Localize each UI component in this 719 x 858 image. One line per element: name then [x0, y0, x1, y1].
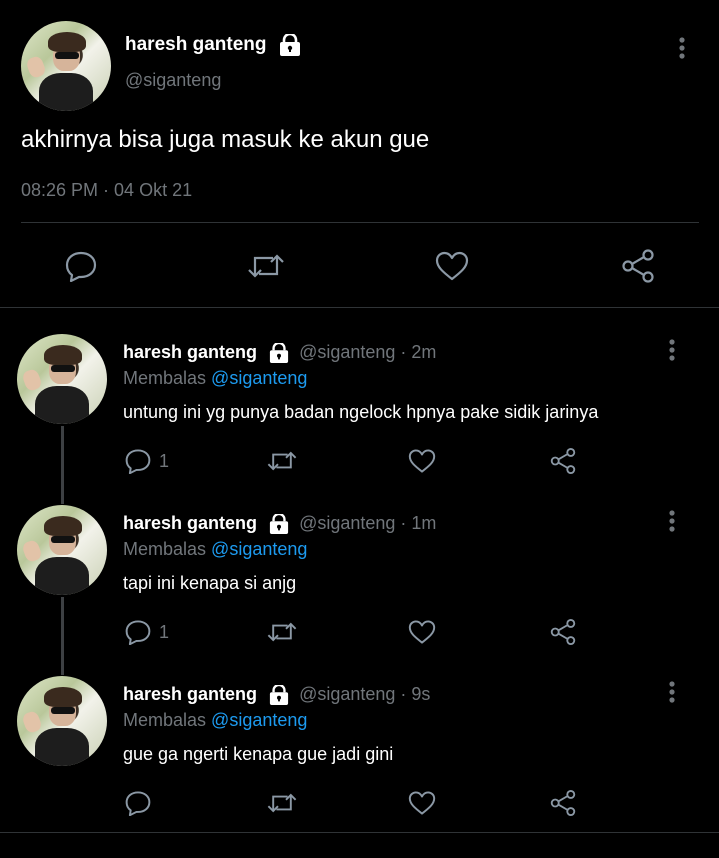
- author-name[interactable]: haresh ganteng @siganteng · 2m: [123, 342, 437, 364]
- reply-icon: [125, 620, 151, 645]
- reply-button[interactable]: [61, 246, 101, 286]
- mention-link[interactable]: @siganteng: [211, 710, 307, 730]
- thread-line: [61, 597, 64, 675]
- replying-label: Membalas: [123, 539, 207, 559]
- replying-to: Membalas @siganteng: [123, 368, 307, 389]
- share-button[interactable]: [543, 612, 583, 652]
- author-name-text: haresh ganteng: [125, 34, 267, 56]
- tweet-meta: @siganteng · 1m: [299, 513, 437, 533]
- author-handle[interactable]: @siganteng: [125, 70, 221, 91]
- reply-count: 1: [159, 622, 170, 642]
- author-name[interactable]: haresh ganteng @siganteng · 1m: [123, 513, 437, 535]
- retweet-icon: [267, 622, 297, 642]
- share-button[interactable]: [543, 441, 583, 481]
- lock-icon: [268, 514, 290, 535]
- share-icon: [550, 448, 576, 474]
- retweet-icon: [267, 451, 297, 471]
- retweet-button[interactable]: [262, 441, 302, 481]
- avatar[interactable]: [17, 505, 107, 595]
- like-button[interactable]: [432, 246, 472, 286]
- mention-link[interactable]: @siganteng: [211, 539, 307, 559]
- author-name[interactable]: haresh ganteng @siganteng · 9s: [123, 684, 431, 706]
- more-options-icon[interactable]: [662, 509, 682, 533]
- avatar[interactable]: [21, 21, 111, 111]
- author-name-text: haresh ganteng: [123, 342, 258, 362]
- reply-icon: [125, 449, 151, 474]
- retweet-icon: [267, 793, 297, 813]
- author-name-text: haresh ganteng: [123, 684, 258, 704]
- like-button[interactable]: [402, 612, 442, 652]
- tweet-text: akhirnya bisa juga masuk ke akun gue: [21, 126, 430, 153]
- replying-label: Membalas: [123, 710, 207, 730]
- avatar[interactable]: [17, 334, 107, 424]
- divider: [0, 307, 719, 308]
- reply-icon: [125, 791, 151, 816]
- reply-button[interactable]: [118, 783, 158, 823]
- author-name-text: haresh ganteng: [123, 513, 258, 533]
- reply-icon: [65, 251, 97, 282]
- lock-icon: [268, 685, 290, 706]
- retweet-button[interactable]: [262, 783, 302, 823]
- like-button[interactable]: [402, 783, 442, 823]
- avatar[interactable]: [17, 676, 107, 766]
- divider: [0, 832, 719, 833]
- tweet-meta: @siganteng · 9s: [299, 684, 431, 704]
- like-icon: [435, 251, 469, 281]
- divider: [21, 222, 699, 223]
- reply-button[interactable]: [118, 612, 158, 652]
- tweet-meta: @siganteng · 2m: [299, 342, 437, 362]
- mention-link[interactable]: @siganteng: [211, 368, 307, 388]
- tweet-text: gue ga ngerti kenapa gue jadi gini: [123, 744, 394, 764]
- lock-icon: [268, 343, 290, 364]
- thread-line: [61, 426, 64, 504]
- reply-count: 1: [159, 451, 170, 471]
- like-icon: [408, 620, 436, 644]
- like-icon: [408, 791, 436, 815]
- share-button[interactable]: [618, 246, 658, 286]
- tweet-text: tapi ini kenapa si anjg: [123, 573, 297, 593]
- replying-label: Membalas: [123, 368, 207, 388]
- share-icon: [550, 790, 576, 816]
- like-button[interactable]: [402, 441, 442, 481]
- more-options-icon[interactable]: [662, 680, 682, 704]
- share-button[interactable]: [543, 783, 583, 823]
- share-icon: [550, 619, 576, 645]
- retweet-button[interactable]: [246, 246, 286, 286]
- retweet-button[interactable]: [262, 612, 302, 652]
- retweet-icon: [248, 254, 284, 278]
- replying-to: Membalas @siganteng: [123, 539, 307, 560]
- like-icon: [408, 449, 436, 473]
- tweet-text: untung ini yg punya badan ngelock hpnya …: [123, 402, 599, 422]
- share-icon: [622, 249, 654, 283]
- reply-button[interactable]: [118, 441, 158, 481]
- author-name[interactable]: haresh ganteng: [125, 34, 302, 56]
- replying-to: Membalas @siganteng: [123, 710, 307, 731]
- more-options-icon[interactable]: [662, 338, 682, 362]
- lock-icon: [278, 34, 302, 56]
- tweet-timestamp: 08:26 PM · 04 Okt 21: [21, 180, 193, 200]
- more-options-icon[interactable]: [672, 36, 692, 60]
